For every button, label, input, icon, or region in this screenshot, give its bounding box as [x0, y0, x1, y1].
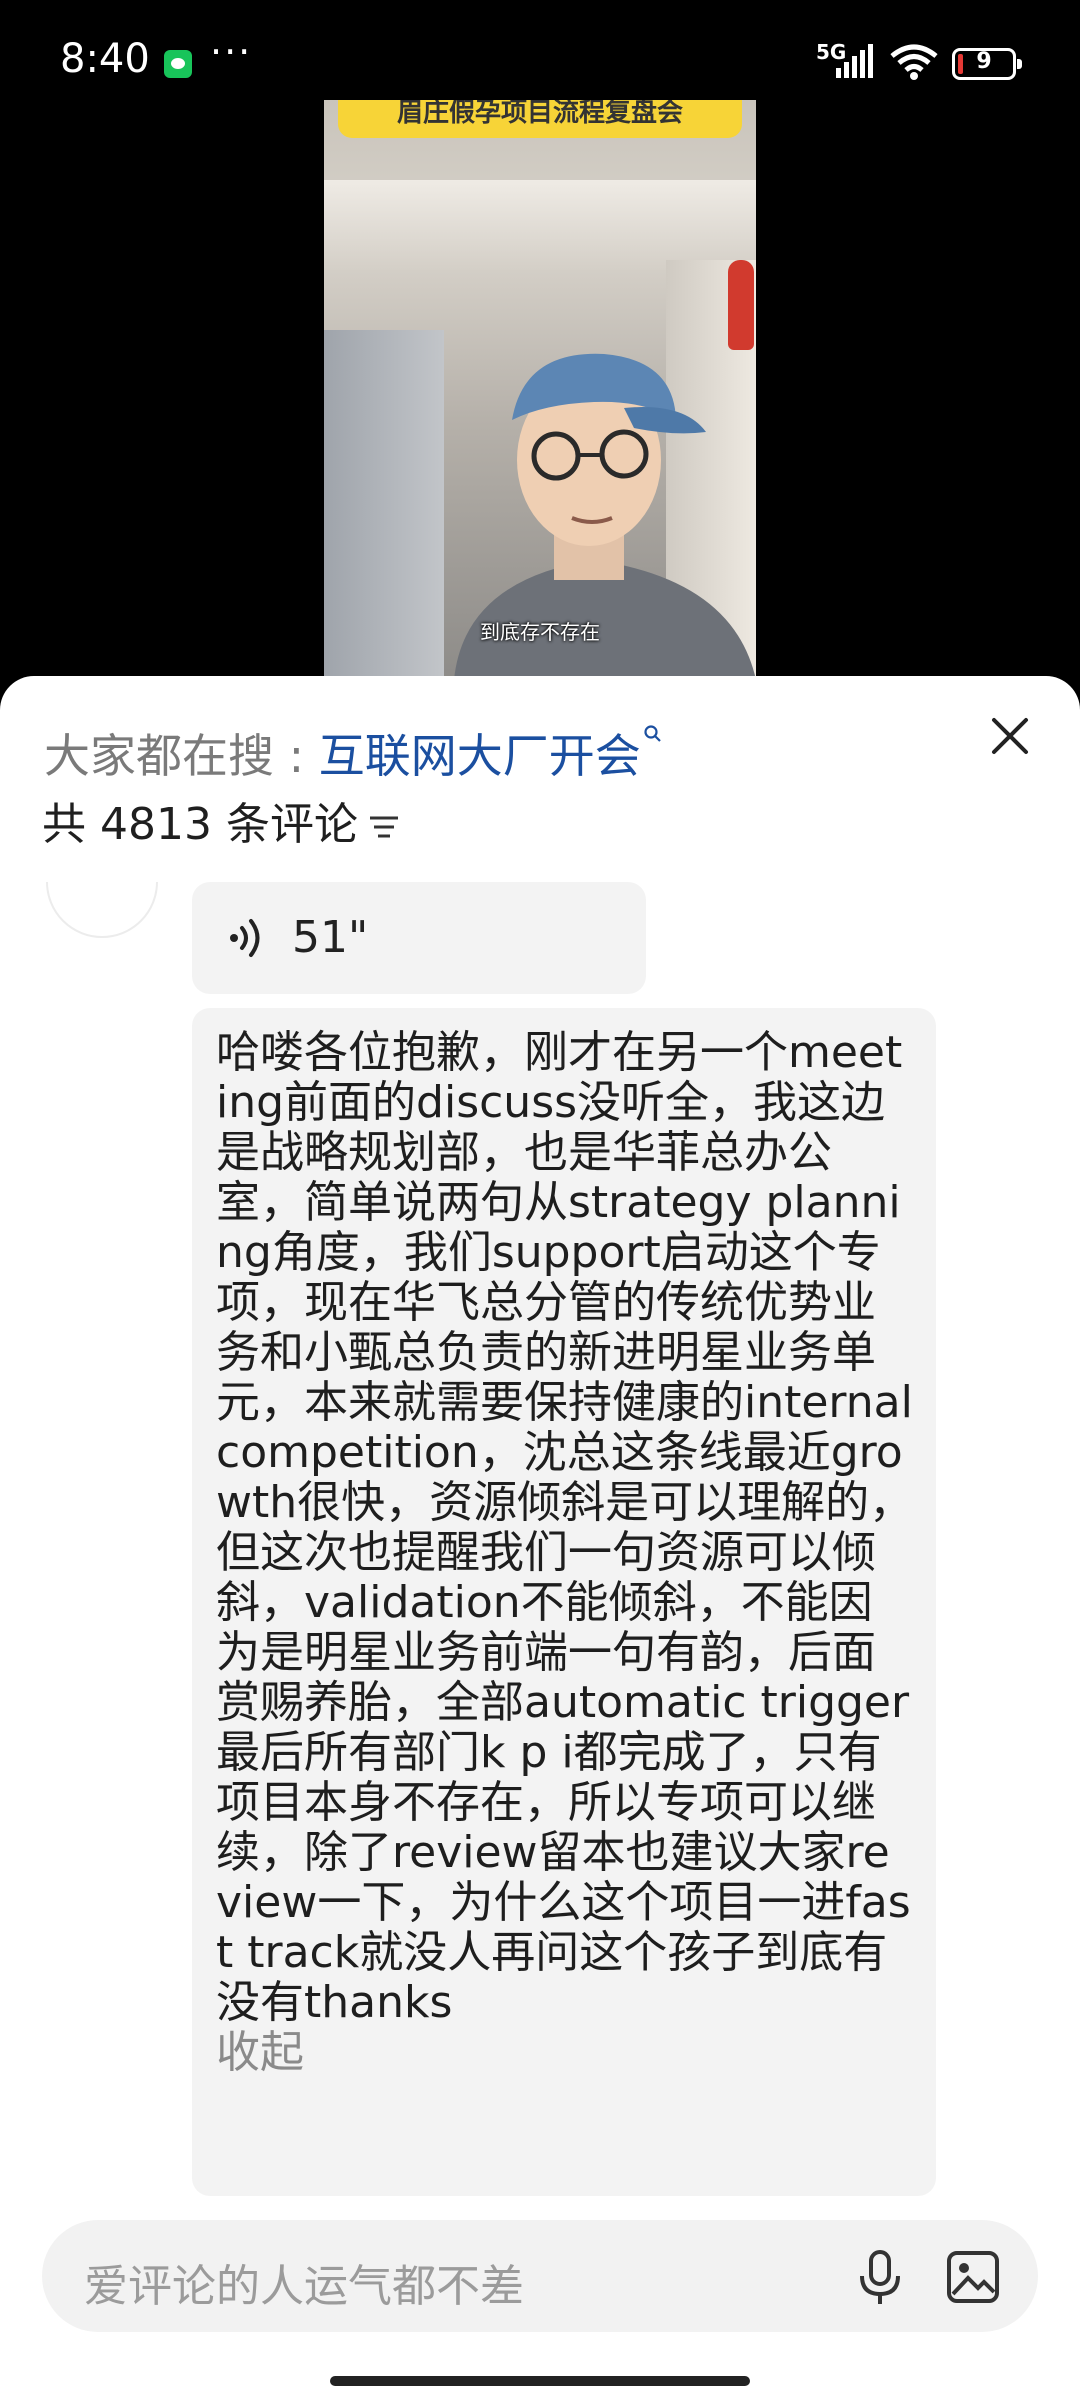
comment-count-text: 共 4813 条评论	[42, 799, 358, 850]
comment-input-placeholder: 爱评论的人运气都不差	[84, 2261, 524, 2312]
voice-wave-icon	[230, 919, 260, 957]
video-player[interactable]: 眉庄假孕项目流程复盘会 到底存不存在	[324, 100, 756, 680]
close-icon[interactable]	[986, 712, 1034, 760]
filter-icon[interactable]	[368, 813, 400, 841]
trending-search[interactable]: 大家都在搜 : 互联网大厂开会	[44, 720, 663, 786]
screen: 8:40 ··· 5G 9 眉庄假孕项目流程复盘会 到底存不存在 大家都在搜:…	[0, 0, 1080, 2400]
more-dots-icon: ···	[210, 30, 253, 74]
voice-duration: 51"	[292, 912, 369, 963]
signal-icon	[836, 44, 873, 78]
collapse-button[interactable]: 收起	[216, 2028, 914, 2078]
battery-cap	[1017, 59, 1022, 69]
image-icon[interactable]	[946, 2250, 1000, 2304]
mic-icon[interactable]	[856, 2250, 904, 2306]
video-title-banner: 眉庄假孕项目流程复盘会	[338, 100, 742, 138]
wifi-icon	[890, 44, 938, 80]
comment-input[interactable]: 爱评论的人运气都不差	[42, 2220, 1038, 2332]
status-time: 8:40	[60, 36, 150, 82]
video-scene-ceiling	[324, 180, 756, 270]
trending-search-prefix: 大家都在搜 :	[44, 729, 319, 783]
comment-sheet: 大家都在搜 : 互联网大厂开会 共 4813 条评论 51" 哈喽各位抱歉，刚才…	[0, 676, 1080, 2400]
home-indicator[interactable]	[330, 2376, 750, 2386]
wechat-icon	[164, 50, 192, 78]
search-icon	[644, 725, 661, 742]
comment-count[interactable]: 共 4813 条评论	[42, 788, 400, 852]
voice-message[interactable]: 51"	[192, 882, 646, 994]
comment-text-bubble[interactable]: 哈喽各位抱歉，刚才在另一个meeting前面的discuss没听全，我这边是战略…	[192, 1008, 936, 2196]
video-scene-toy	[728, 260, 754, 350]
battery-icon: 9	[952, 48, 1022, 80]
video-subtitle: 到底存不存在	[480, 620, 600, 644]
trending-search-term[interactable]: 互联网大厂开会	[319, 729, 641, 783]
battery-level-text: 9	[976, 49, 992, 74]
comment-text: 哈喽各位抱歉，刚才在另一个meeting前面的discuss没听全，我这边是战略…	[216, 1027, 914, 2028]
